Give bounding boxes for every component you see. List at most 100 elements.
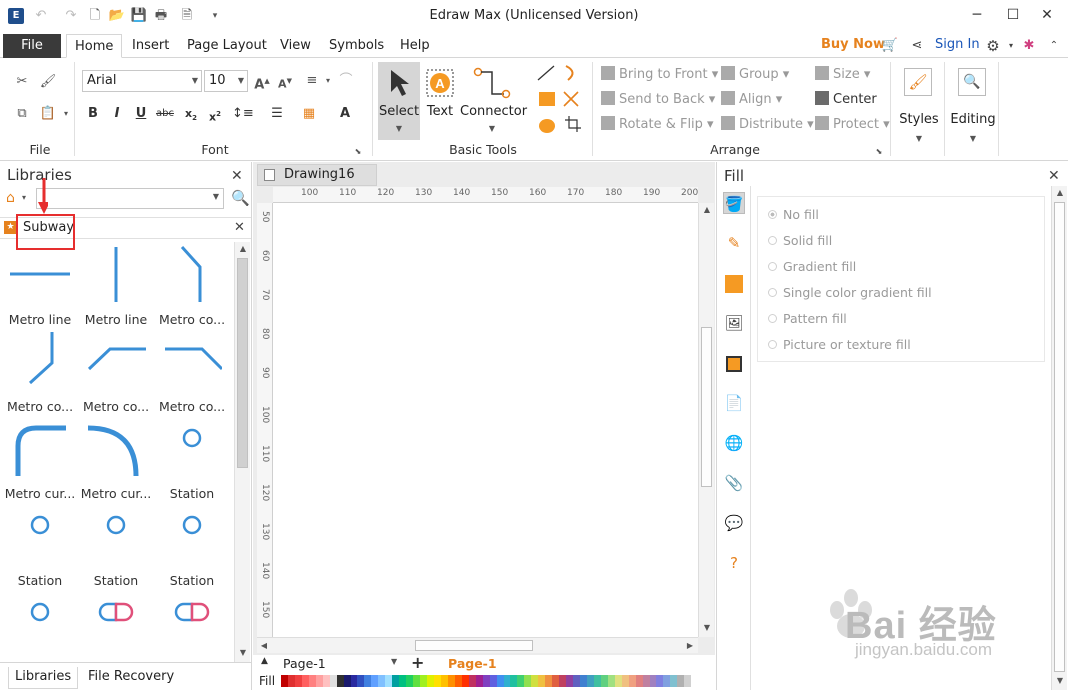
share-icon[interactable]: ⋖ [908,37,926,55]
send-to-back-button[interactable]: Send to Back ▾ [601,91,715,107]
tab-help[interactable]: Help [392,34,438,58]
color-swatch[interactable] [517,675,525,687]
buy-now-link[interactable]: Buy Now [821,37,885,52]
color-swatch[interactable] [628,675,636,687]
color-swatch[interactable] [538,675,546,687]
cross-shape-icon[interactable] [563,91,579,107]
close-icon[interactable]: ✕ [231,168,243,184]
close-window-icon[interactable]: ✕ [1032,4,1062,26]
color-swatch[interactable] [385,675,393,687]
bring-to-front-button[interactable]: Bring to Front ▾ [601,66,718,82]
color-swatch[interactable] [440,675,448,687]
minimize-icon[interactable]: ─ [962,4,992,26]
text-tool-button[interactable]: A Text [422,62,458,140]
color-swatch[interactable] [364,675,372,687]
select-tool-button[interactable]: Select ▼ [378,62,420,140]
sign-in-link[interactable]: Sign In [935,37,980,52]
library-scrollbar[interactable]: ▲ ▼ [234,242,250,662]
paste-icon[interactable]: 📋 [38,104,58,124]
color-swatch[interactable] [684,675,692,687]
grow-font-icon[interactable]: A▲ [252,71,272,92]
color-swatch[interactable] [545,675,553,687]
color-swatch[interactable] [294,675,302,687]
color-swatch[interactable] [301,675,309,687]
collapse-pages-icon[interactable]: ▲ [261,656,268,666]
color-swatch[interactable] [454,675,462,687]
scroll-up-icon[interactable]: ▲ [699,203,715,217]
fill-option-picture[interactable]: Picture or texture fill [768,337,911,352]
italic-icon[interactable]: I [108,104,126,124]
search-icon[interactable]: 🔍 [231,189,250,207]
color-swatch[interactable] [496,675,504,687]
shape-item[interactable]: Station [78,503,154,590]
comment-icon[interactable]: 💬 [723,512,745,534]
page-properties-icon[interactable]: 📄 [723,392,745,414]
color-swatch[interactable] [566,675,574,687]
color-swatch[interactable] [677,675,685,687]
color-swatch[interactable] [475,675,483,687]
color-swatch[interactable] [322,675,330,687]
color-swatch[interactable] [607,675,615,687]
color-swatch[interactable] [579,675,587,687]
scroll-thumb[interactable] [701,327,712,487]
color-swatch[interactable] [670,675,678,687]
shape-item[interactable]: Metro co... [154,242,230,329]
tab-libraries[interactable]: Libraries [8,667,79,689]
color-swatch[interactable] [468,675,476,687]
tab-home[interactable]: Home [66,34,123,58]
font-name-select[interactable]: Arial ▼ [82,70,202,92]
color-swatch[interactable] [552,675,560,687]
paste-dropdown-icon[interactable]: ▾ [56,104,76,124]
canvas-vertical-scrollbar[interactable]: ▲ ▼ [698,203,714,637]
font-color-icon[interactable]: A [336,104,354,124]
color-swatch[interactable] [447,675,455,687]
color-swatch[interactable] [593,675,601,687]
color-swatch[interactable] [559,675,567,687]
color-swatch[interactable] [308,675,316,687]
fill-bucket-icon[interactable]: 🪣 [723,192,745,214]
color-swatch[interactable] [621,675,629,687]
attachment-icon[interactable]: 📎 [723,472,745,494]
fill-option-single-gradient[interactable]: Single color gradient fill [768,285,932,300]
arc-shape-icon[interactable] [565,65,574,81]
color-swatch[interactable] [663,675,671,687]
line-spacing-icon[interactable]: ↕≡ [232,104,254,124]
close-library-icon[interactable]: ✕ [234,220,245,235]
shape-item[interactable]: Metro cur... [78,416,154,503]
home-dropdown-icon[interactable]: ▾ [22,193,26,202]
tab-file-recovery[interactable]: File Recovery [82,667,180,689]
scroll-thumb[interactable] [1054,202,1065,672]
color-swatch[interactable] [413,675,421,687]
color-swatch[interactable] [433,675,441,687]
fill-option-pattern[interactable]: Pattern fill [768,311,847,326]
color-swatch[interactable] [427,675,434,687]
shape-item[interactable]: Station [154,503,230,590]
scroll-up-icon[interactable]: ▲ [235,242,251,256]
close-icon[interactable]: ✕ [1048,168,1060,184]
line-spacing-arc-icon[interactable]: ⌒ [336,71,356,91]
text-highlight-icon[interactable]: ▦ [300,104,318,124]
color-swatch[interactable] [614,675,622,687]
fill-panel-scrollbar[interactable]: ▲ ▼ [1051,186,1067,690]
file-menu-tab[interactable]: File [3,34,61,58]
underline-icon[interactable]: U [132,104,150,124]
scroll-left-icon[interactable]: ◀ [257,638,271,654]
scroll-thumb[interactable] [237,258,248,468]
page-dropdown-icon[interactable]: ▼ [391,657,397,666]
color-swatch[interactable] [656,675,664,687]
shape-item[interactable]: Station [154,416,230,503]
color-swatch[interactable] [586,675,594,687]
rotate-flip-button[interactable]: Rotate & Flip ▾ [601,116,714,132]
help-icon[interactable]: ? [723,552,745,574]
color-swatch[interactable] [531,675,539,687]
color-swatch[interactable] [378,675,386,687]
add-page-icon[interactable]: + [411,653,424,672]
styles-button[interactable]: 🖌 Styles ▼ [896,62,942,143]
protect-button[interactable]: Protect ▾ [815,116,890,132]
hyperlink-globe-icon[interactable]: 🌐 [723,432,745,454]
scroll-down-icon[interactable]: ▼ [235,646,251,660]
group-button[interactable]: Group ▾ [721,66,789,82]
color-swatch[interactable] [642,675,650,687]
shape-item[interactable] [2,590,78,662]
shrink-font-icon[interactable]: A▼ [275,71,295,91]
